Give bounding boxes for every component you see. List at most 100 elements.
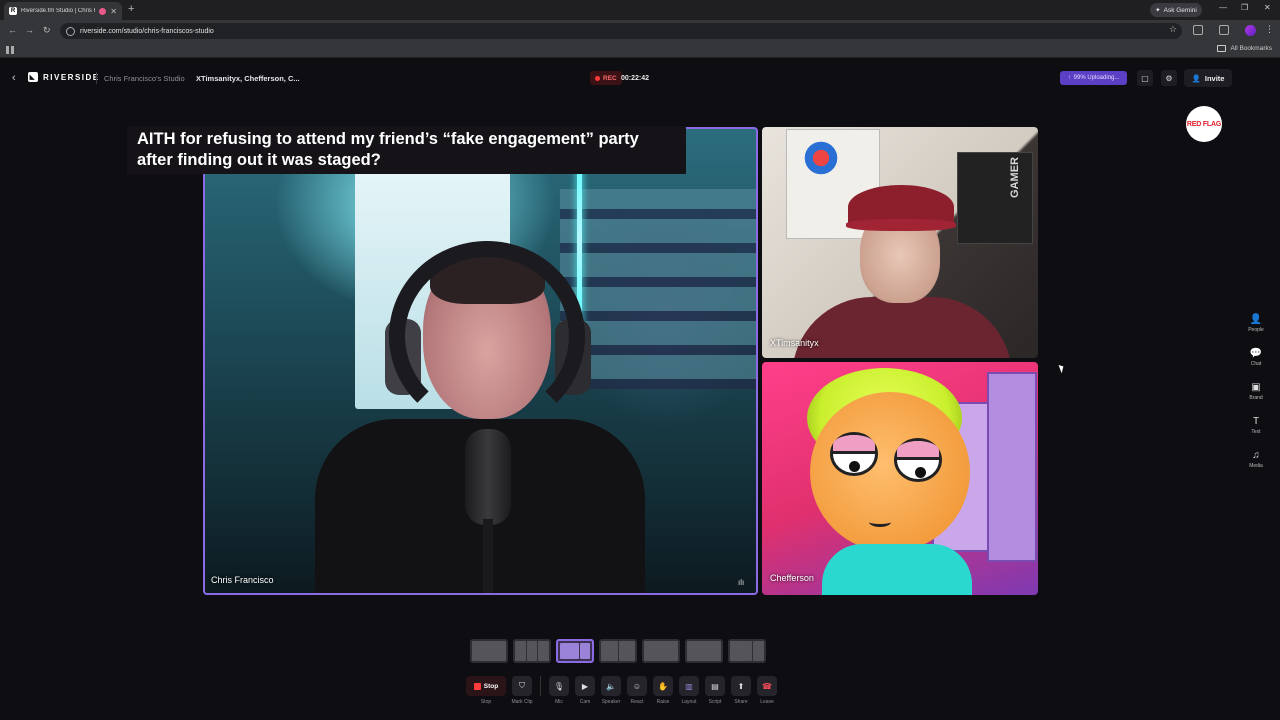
riverside-logo: ◣ RIVERSIDE [28,72,100,82]
video-mic-arm [483,519,493,593]
cartoon-pupil [915,467,926,478]
side-panel-icon[interactable] [1219,25,1229,35]
mark-clip-button[interactable]: ⛉ Mark Clip [511,676,533,705]
layout-cell [515,641,526,661]
close-window-icon[interactable]: ✕ [1264,3,1271,12]
layout-option-single[interactable] [470,639,508,663]
maximize-icon[interactable]: ❐ [1241,3,1248,12]
url-input[interactable]: riverside.com/studio/chris-franciscos-st… [60,23,1182,39]
layout-option-spotlight[interactable] [685,639,723,663]
cartoon-building [987,372,1037,562]
apps-grid-icon[interactable] [6,46,14,54]
participant-video-xtimsanityx[interactable]: GAMER XTimsanityx [762,127,1038,358]
layout-cell [526,641,538,661]
riverside-favicon-icon: R [9,7,17,15]
riverside-logo-icon: ◣ [28,72,38,82]
text-icon: T [1252,416,1260,427]
participant-name: Chefferson [770,573,814,583]
upload-icon: ↑ [1067,75,1071,81]
emoji-icon[interactable]: ☺ [627,676,647,696]
sidebar-item-chat[interactable]: 💬 Chat [1240,348,1272,367]
script-button[interactable]: ▤ Script [705,676,725,705]
settings-gear-icon[interactable]: ⚙ [1161,70,1177,86]
layout-option-picture-in-picture[interactable] [642,639,680,663]
bookmark-shield-icon[interactable]: ⛉ [512,676,532,696]
cartoon-eyelid [897,441,939,460]
bookmark-star-icon[interactable]: ☆ [1169,24,1177,35]
minimize-icon[interactable]: — [1219,3,1227,12]
cartoon-eyelid [833,435,875,454]
extensions-icon[interactable] [1193,25,1203,35]
hang-up-phone-icon[interactable]: ☎ [757,676,777,696]
back-arrow-icon[interactable]: ← [8,25,17,35]
layout-option-three-columns[interactable] [513,639,551,663]
share-screen-icon[interactable]: ⬆ [731,676,751,696]
brand-kit-icon: ▣ [1251,382,1261,393]
music-note-icon: ♫ [1252,450,1260,461]
layout-cell [618,641,635,661]
react-button[interactable]: ☺ React [627,676,647,705]
add-person-icon: 👤 [1191,73,1201,83]
video-person-cap-brim [846,219,956,231]
layout-option-split-stacked[interactable] [599,639,637,663]
address-bar-row: ← → ↻ riverside.com/studio/chris-francis… [0,20,1280,42]
feedback-icon[interactable]: ▢ [1137,70,1153,86]
browser-tab[interactable]: R Riverside.fm Studio | Chris F ✕ [4,2,122,20]
sidebar-item-media[interactable]: ♫ Media [1240,450,1272,469]
invite-button[interactable]: 👤 Invite [1184,69,1232,87]
studio-name: Chris Francisco's Studio [104,74,185,83]
sidebar-item-people[interactable]: 👤 People [1240,314,1272,333]
sidebar-item-brand[interactable]: ▣ Brand [1240,382,1272,401]
speaker-icon[interactable]: 🔈 [601,676,621,696]
reload-icon[interactable]: ↻ [43,25,51,36]
recording-indicator-icon [99,7,107,15]
site-info-icon[interactable] [66,26,75,36]
participants-list: XTimsanityx, Chefferson, C... [196,74,300,83]
browser-menu-icon[interactable]: ⋮ [1265,24,1274,35]
camera-button[interactable]: ▶ Cam [575,676,595,705]
rec-dot-icon [595,75,600,81]
cartoon-shirt [822,544,972,595]
video-handprint [802,139,840,177]
layout-cell [687,641,721,661]
forward-arrow-icon[interactable]: → [25,25,34,35]
tab-title: Riverside.fm Studio | Chris F [21,8,96,14]
chat-bubble-icon: 💬 [1249,348,1263,359]
main-speaker-name: Chris Francisco [211,575,274,585]
back-chevron-icon[interactable]: ‹ [12,72,16,84]
recording-timer: 00:22:42 [621,75,650,82]
leave-button[interactable]: ☎ Leave [757,676,777,705]
participant-video-chefferson[interactable]: Chefferson [762,362,1038,595]
layout-option-main-plus-two[interactable] [556,639,594,663]
question-caption: AITH for refusing to attend my friend’s … [127,126,686,174]
script-icon[interactable]: ▤ [705,676,725,696]
hand-icon[interactable]: ✋ [653,676,673,696]
cartoon-eye-right [894,438,942,482]
mic-button[interactable]: 🎙 Mic [549,676,569,705]
cartoon-mouth [869,517,891,527]
layout-icon[interactable]: ▥ [679,676,699,696]
people-icon: 👤 [1249,314,1263,325]
gemini-sparkle-icon: ✦ [1155,7,1161,14]
layout-option-sidebar[interactable] [728,639,766,663]
upload-status-badge[interactable]: ↑ 99% Uploading... [1060,71,1127,85]
raise-hand-button[interactable]: ✋ Raise [653,676,673,705]
all-bookmarks-button[interactable]: All Bookmarks [1217,45,1272,52]
browser-tab-strip: R Riverside.fm Studio | Chris F ✕ + ✦ As… [0,0,1280,20]
sidebar-item-text[interactable]: T Text [1240,416,1272,435]
close-tab-icon[interactable]: ✕ [110,7,117,16]
main-speaker-video[interactable]: Chris Francisco [203,127,758,595]
speaker-button[interactable]: 🔈 Speaker [601,676,621,705]
layout-cell [730,641,752,661]
share-button[interactable]: ⬆ Share [731,676,751,705]
cartoon-pupil [849,461,860,472]
ask-gemini-button[interactable]: ✦ Ask Gemini [1150,3,1202,17]
new-tab-icon[interactable]: + [128,3,134,15]
layout-button[interactable]: ▥ Layout [679,676,699,705]
layout-cell [472,641,506,661]
microphone-icon[interactable]: 🎙 [549,676,569,696]
camera-icon[interactable]: ▶ [575,676,595,696]
stop-recording-button[interactable]: Stop Stop [466,676,506,705]
profile-avatar[interactable] [1245,25,1256,36]
video-person-shirt [792,297,1012,358]
